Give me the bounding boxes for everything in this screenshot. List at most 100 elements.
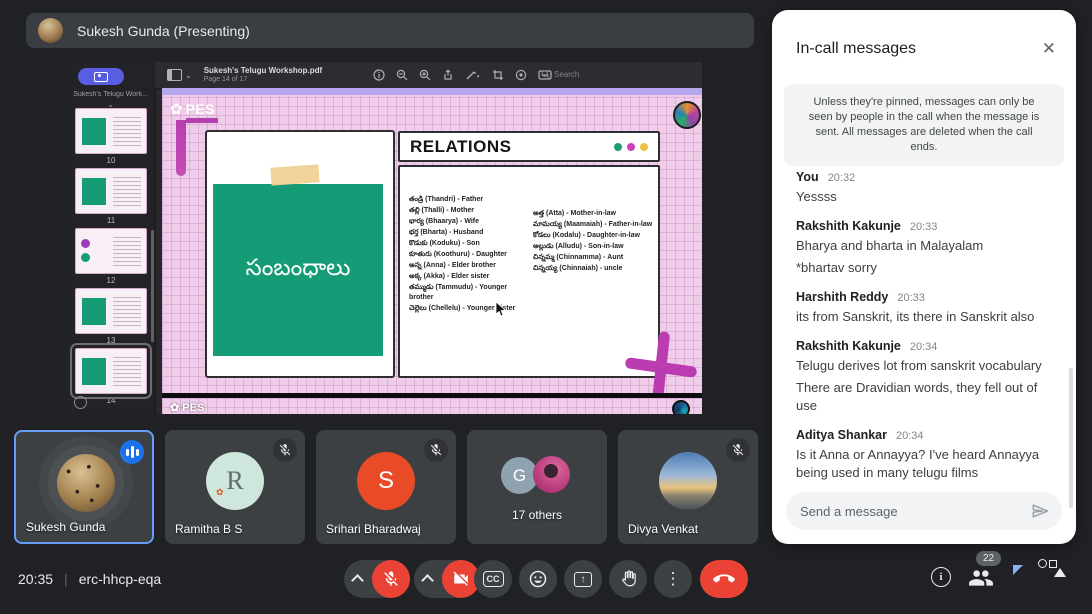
club-logo-small [672,400,690,414]
zoom-in-icon[interactable] [419,69,431,81]
message-time: 20:34 [896,430,924,442]
pes-flower-icon: ✿ [170,402,179,414]
camera-options-chevron[interactable] [423,574,432,583]
message-time: 20:33 [910,221,938,233]
call-end-icon [713,568,735,590]
chevron-down-icon[interactable]: ⌄ [185,71,192,80]
reactions-button[interactable] [519,560,557,598]
slide-page-14: ✿ PES సంబంధాలు RELATIONS [162,88,702,393]
sidebar-zoom-icon[interactable] [74,396,87,409]
people-icon [968,569,994,587]
message-text: Telugu derives lot from sanskrit vocabul… [796,357,1054,375]
pdf-page-indicator: Page 14 of 17 [204,76,323,84]
avatar [659,452,717,510]
meet-call-screen: Sukesh Gunda (Presenting) Sukesh's Telug… [0,0,1092,614]
send-icon[interactable] [1030,501,1050,521]
chat-message: Harshith Reddy20:33 its from Sanskrit, i… [796,290,1054,326]
clock-time: 20:35 [18,571,53,587]
presenter-avatar [38,18,63,43]
pdf-thumbnail-10[interactable]: 10 [75,108,147,165]
pdf-doc-title: Sukesh's Telugu Workshop.pdf [204,66,323,75]
slide-heading: RELATIONS [410,137,511,157]
avatar: R [206,452,264,510]
chat-composer [786,492,1062,530]
message-sender: Aditya Shankar [796,428,887,442]
redact-circle-icon[interactable] [515,69,527,81]
mic-mute-button[interactable] [372,560,410,598]
pdf-thumbnail-13[interactable]: 13 [75,288,147,345]
more-options-button[interactable]: ⋮ [654,560,692,598]
telugu-title: సంబంధాలు [246,254,351,287]
smiley-icon [528,569,548,589]
close-icon[interactable]: ✕ [1042,39,1056,59]
chat-panel-title: In-call messages [796,40,916,58]
message-sender: Rakshith Kakunje [796,219,901,233]
raise-hand-button[interactable] [609,560,647,598]
message-text: Yessss [796,188,1054,206]
search-icon [541,70,550,79]
pdf-sidebar-doc-title: Sukesh's Telugu Work... [66,91,155,98]
tab-sharing-indicator-pill[interactable] [78,68,124,85]
message-sender: Harshith Reddy [796,290,888,304]
message-text: Is it Anna or Annayya? I've heard Annayy… [796,446,1054,482]
pdf-thumbnail-11[interactable]: 11 [75,168,147,225]
camera-control-group [414,560,480,598]
meeting-details-button[interactable]: i [931,567,951,587]
tile-divya-venkat[interactable]: Divya Venkat [618,430,758,544]
hand-icon [619,570,637,588]
tile-srihari-bharadwaj[interactable]: S Srihari Bharadwaj [316,430,456,544]
pdf-thumbnail-14-selected[interactable]: 14 [75,348,147,405]
green-sticky-note: సంబంధాలు [213,184,383,356]
message-time: 20:34 [910,341,938,353]
people-panel-button[interactable] [968,569,994,592]
message-sender: Rakshith Kakunje [796,339,901,353]
magenta-ribbon [176,120,186,176]
chat-message: You20:32 Yessss [796,170,1054,206]
pdf-thumbnail-12[interactable]: 12 [75,228,147,285]
mic-options-chevron[interactable] [353,574,362,583]
tile-sukesh-gunda[interactable]: Sukesh Gunda [14,430,154,544]
avatar: S [357,452,415,510]
others-count-label: 17 others [467,508,607,522]
meeting-code: erc-hhcp-eqa [79,571,162,587]
chat-privacy-notice: Unless they're pinned, messages can only… [784,84,1064,166]
participants-count-badge: 22 [976,551,1001,566]
tile-ramitha-b-s[interactable]: R Ramitha B S [165,430,305,544]
chat-message-list: You20:32 Yessss Rakshith Kakunje 20:33 Bh… [796,170,1054,482]
end-call-button[interactable] [700,560,748,598]
chat-message: Rakshith Kakunje 20:34 Telugu derives lot… [796,339,1054,415]
info-icon[interactable] [373,69,385,81]
more-vert-icon: ⋮ [665,569,682,589]
tile-17-others[interactable]: G 17 others [467,430,607,544]
participant-name: Sukesh Gunda [26,520,105,534]
zoom-out-icon[interactable] [396,69,408,81]
message-text: There are Dravidian words, they fell out… [796,379,1054,415]
pes-logo: ✿ PES [170,100,215,118]
participant-name: Divya Venkat [628,522,698,536]
chat-message: Rakshith Kakunje 20:33 Bharya and bharta … [796,219,1054,277]
markup-pen-icon[interactable] [465,69,481,81]
crop-icon[interactable] [492,69,504,81]
message-text: its from Sanskrit, its there in Sanskrit… [796,308,1054,326]
mic-off-icon [424,438,448,462]
presenting-banner: Sukesh Gunda (Presenting) [26,13,754,48]
sidebar-scrollbar[interactable] [151,230,154,342]
message-text: Bharya and bharta in Malayalam [796,237,1054,255]
pdf-search-field[interactable]: Search [541,67,579,82]
captions-button[interactable]: CC [474,560,512,598]
chat-scrollbar[interactable] [1069,368,1073,508]
present-screen-button[interactable]: ↑ [564,560,602,598]
magenta-cross-doodle [617,338,697,393]
decor-dots [614,143,648,151]
screen-share-pdf-viewer: Sukesh's Telugu Work... ⌄ 10 11 12 13 14 [66,62,702,414]
chat-message-input[interactable] [798,503,1030,520]
mouse-cursor [495,301,507,317]
relations-right-column: అత్త (Atta) - Mother-in-law మామయ్య (Maam… [533,209,655,275]
pdf-toolbar: ⌄ Sukesh's Telugu Workshop.pdf Page 14 o… [155,62,702,89]
sidebar-toggle-icon[interactable] [167,69,182,81]
participant-name: Ramitha B S [175,522,242,536]
search-placeholder: Search [554,70,579,79]
audio-activity-indicator [120,440,144,464]
share-icon[interactable] [442,69,454,81]
stacked-avatars: G [501,456,573,494]
